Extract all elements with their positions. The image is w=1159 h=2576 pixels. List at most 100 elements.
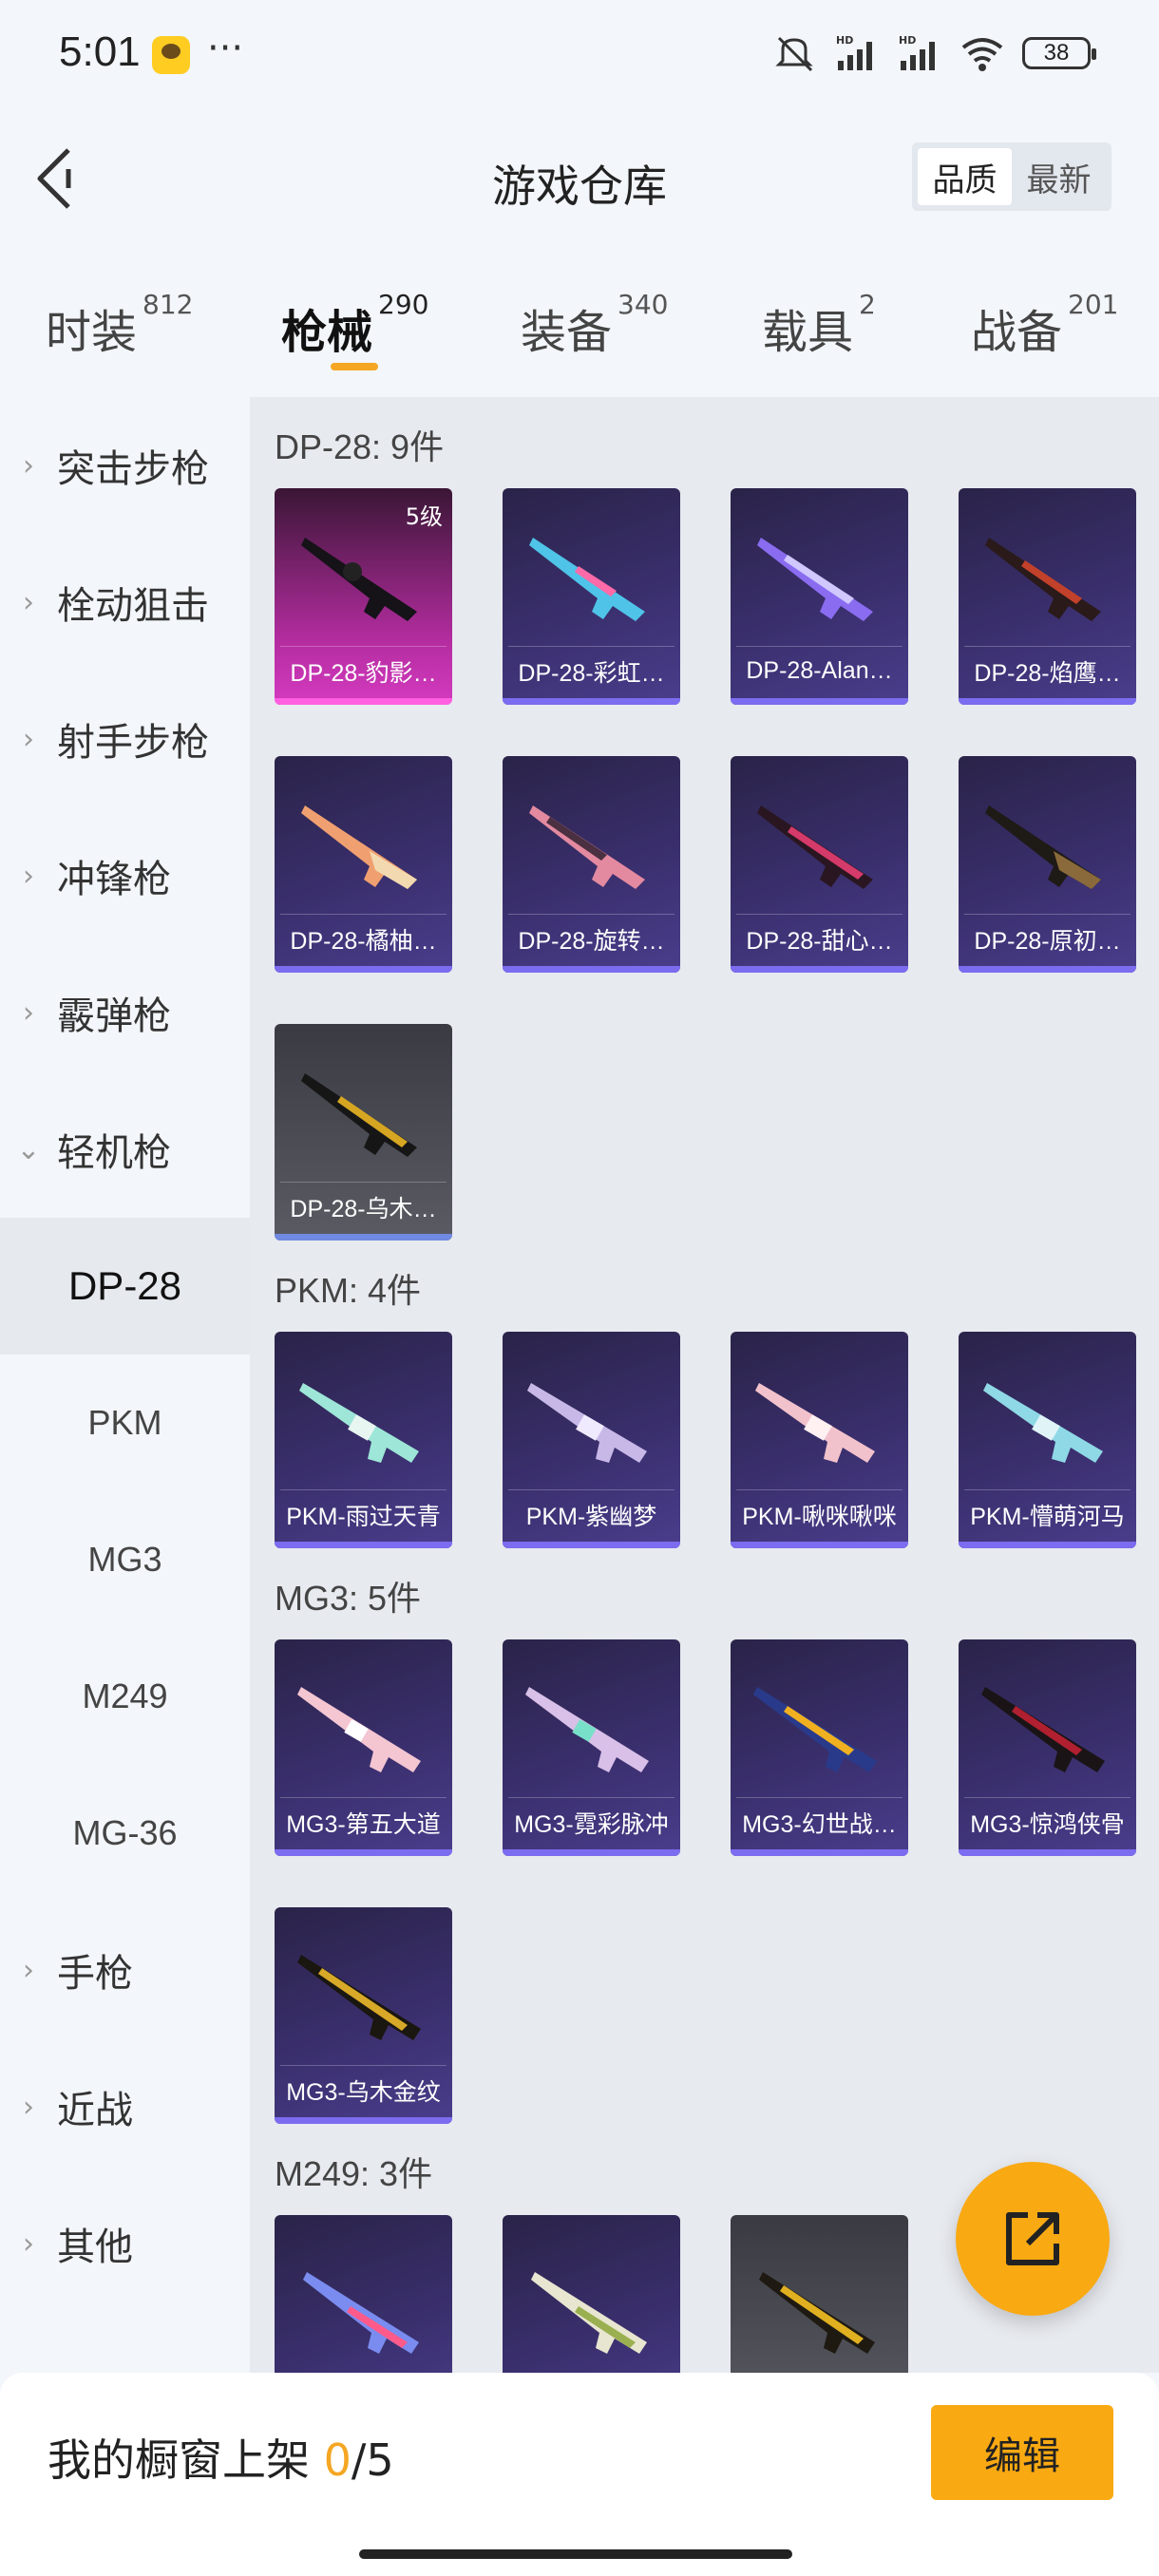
- battery-icon: 38: [1022, 37, 1096, 69]
- status-bar: 5:01 ··· HD HD 38: [0, 0, 1159, 114]
- chevron-right-icon: ›: [23, 585, 34, 619]
- home-indicator[interactable]: [359, 2549, 792, 2559]
- sidebar-item-lmg[interactable]: ⌄ 轻机枪: [0, 1081, 250, 1218]
- item-card[interactable]: DP-28-焰鹰…: [959, 488, 1136, 705]
- sidebar-item-label: 其他: [57, 2226, 133, 2269]
- gun-icon: [755, 1383, 875, 1463]
- item-card[interactable]: PKM-啾咪啾咪: [731, 1332, 908, 1548]
- item-card[interactable]: MG3-霓彩脉冲: [503, 1639, 680, 1856]
- item-label: MG3-惊鸿侠骨: [964, 1797, 1130, 1847]
- item-card[interactable]: DP-28-橘柚…: [275, 756, 452, 973]
- item-card[interactable]: [731, 2215, 908, 2373]
- chevron-right-icon: ›: [23, 859, 34, 893]
- showcase-count: 0: [323, 2434, 352, 2486]
- gun-icon: [529, 538, 645, 621]
- item-label: DP-28-原初…: [964, 914, 1130, 963]
- item-label: PKM-啾咪啾咪: [736, 1489, 902, 1539]
- sort-toggle: 品质 最新: [912, 142, 1112, 211]
- section-title: DP-28: 9件: [275, 427, 445, 466]
- item-label: DP-28-彩虹…: [508, 646, 674, 695]
- tab-label: 时装: [46, 306, 138, 359]
- gun-icon: [303, 2272, 419, 2354]
- gun-icon: [301, 805, 417, 889]
- item-label: MG3-霓彩脉冲: [508, 1797, 674, 1847]
- item-label: DP-28-焰鹰…: [964, 646, 1130, 695]
- item-card[interactable]: DP-28-乌木…: [275, 1024, 452, 1241]
- item-card[interactable]: PKM-紫幽梦: [503, 1332, 680, 1548]
- chevron-right-icon: ›: [23, 995, 34, 1030]
- item-card[interactable]: [503, 2215, 680, 2373]
- share-icon: [1006, 2212, 1059, 2265]
- chevron-right-icon: ›: [23, 2090, 34, 2124]
- gun-icon: [981, 1687, 1105, 1772]
- sidebar-item-other[interactable]: › 其他: [0, 2175, 250, 2312]
- showcase-status: 我的橱窗上架 0/5: [48, 2426, 394, 2489]
- sidebar-item-marksman-rifle[interactable]: › 射手步枪: [0, 671, 250, 807]
- edit-button[interactable]: 编辑: [931, 2405, 1113, 2500]
- sidebar-item-smg[interactable]: › 冲锋枪: [0, 807, 250, 944]
- tab-count: 340: [618, 289, 669, 320]
- item-card[interactable]: DP-28-原初…: [959, 756, 1136, 973]
- sidebar-item-melee[interactable]: › 近战: [0, 2038, 250, 2175]
- item-card[interactable]: MG3-惊鸿侠骨: [959, 1639, 1136, 1856]
- gun-icon: [757, 538, 873, 621]
- sidebar-item-assault-rifle[interactable]: › 突击步枪: [0, 397, 250, 534]
- gun-icon: [757, 805, 873, 889]
- gun-icon: [301, 538, 417, 621]
- sidebar-item-shotgun[interactable]: › 霰弹枪: [0, 944, 250, 1081]
- sidebar-sub-mg3[interactable]: MG3: [0, 1491, 250, 1628]
- share-button[interactable]: [956, 2162, 1110, 2316]
- tab-vehicles[interactable]: 载具2: [762, 289, 876, 361]
- item-label: PKM-懵萌河马: [964, 1489, 1130, 1539]
- tab-count: 812: [142, 289, 194, 320]
- sidebar-item-label: 手枪: [57, 1952, 133, 1996]
- more-notifications-icon: ···: [207, 27, 244, 70]
- app-notification-icon: [152, 36, 190, 74]
- showcase-max: /5: [351, 2434, 394, 2486]
- tab-fashion[interactable]: 时装812: [46, 289, 193, 361]
- item-card[interactable]: DP-28-甜心…: [731, 756, 908, 973]
- sidebar-item-label: 冲锋枪: [57, 858, 171, 901]
- sidebar-item-pistol[interactable]: › 手枪: [0, 1902, 250, 2038]
- sort-quality-button[interactable]: 品质: [918, 148, 1012, 205]
- sidebar-sub-mg36[interactable]: MG-36: [0, 1765, 250, 1902]
- gun-icon: [759, 2272, 875, 2354]
- sort-latest-button[interactable]: 最新: [1012, 148, 1106, 205]
- showcase-label: 我的橱窗上架: [48, 2434, 324, 2486]
- item-card[interactable]: PKM-懵萌河马: [959, 1332, 1136, 1548]
- item-label: MG3-第五大道: [280, 1797, 446, 1847]
- tab-label: 载具: [762, 306, 854, 359]
- sidebar-item-label: 近战: [57, 2089, 133, 2132]
- header: 游戏仓库 品质 最新: [0, 114, 1159, 247]
- sidebar: › 突击步枪 › 栓动狙击 › 射手步枪 › 冲锋枪 › 霰弹枪 ⌄ 轻机枪 DP-28 P…: [0, 397, 250, 2373]
- item-card[interactable]: PKM-雨过天青: [275, 1332, 452, 1548]
- sidebar-item-bolt-sniper[interactable]: › 栓动狙击: [0, 534, 250, 671]
- item-card[interactable]: MG3-第五大道: [275, 1639, 452, 1856]
- gun-icon: [985, 538, 1101, 621]
- tab-combat-supplies[interactable]: 战备201: [971, 289, 1118, 361]
- sidebar-sub-pkm[interactable]: PKM: [0, 1354, 250, 1491]
- item-card[interactable]: DP-28-Alan…: [731, 488, 908, 705]
- section-title: MG3: 5件: [275, 1579, 422, 1618]
- item-label: PKM-雨过天青: [280, 1489, 446, 1539]
- signal-icon-2: HD: [899, 34, 935, 70]
- item-card[interactable]: MG3-幻世战…: [731, 1639, 908, 1856]
- tab-firearms[interactable]: 枪械290: [281, 289, 428, 361]
- sidebar-sub-dp28[interactable]: DP-28: [0, 1218, 250, 1354]
- item-card[interactable]: MG3-乌木金纹: [275, 1907, 452, 2124]
- svg-text:HD: HD: [899, 34, 916, 47]
- wifi-icon: [961, 38, 1003, 71]
- item-label: DP-28-Alan…: [736, 646, 902, 695]
- tab-count: 290: [378, 289, 429, 320]
- item-card[interactable]: 5级 DP-28-豹影…: [275, 488, 452, 705]
- tab-equipment[interactable]: 装备340: [521, 289, 668, 361]
- item-card[interactable]: DP-28-彩虹…: [503, 488, 680, 705]
- sidebar-sub-m249[interactable]: M249: [0, 1628, 250, 1765]
- item-label: DP-28-豹影…: [280, 646, 446, 695]
- item-label: DP-28-橘柚…: [280, 914, 446, 963]
- item-card[interactable]: [275, 2215, 452, 2373]
- item-card[interactable]: DP-28-旋转…: [503, 756, 680, 973]
- signal-icon-1: HD: [836, 34, 872, 70]
- active-tab-indicator: [331, 363, 378, 370]
- chevron-right-icon: ›: [23, 448, 34, 483]
